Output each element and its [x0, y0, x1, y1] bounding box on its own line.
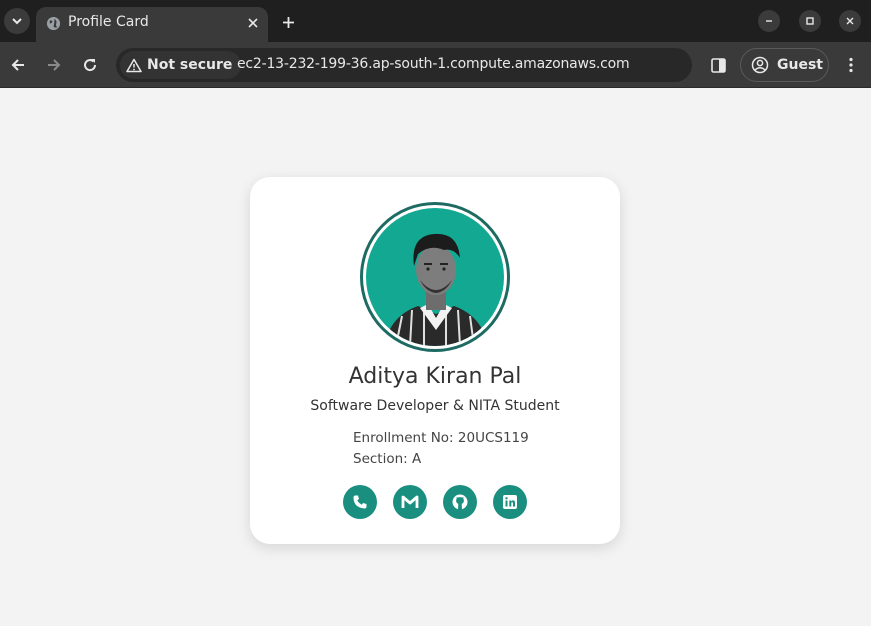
- tab-strip: Profile Card: [0, 0, 871, 42]
- security-indicator[interactable]: Not secure: [120, 51, 242, 79]
- minimize-button[interactable]: [758, 10, 780, 32]
- enrollment-number: Enrollment No: 20UCS119: [353, 430, 529, 446]
- profile-button[interactable]: Guest: [740, 48, 829, 82]
- close-icon: [846, 17, 854, 25]
- tab-profile-card[interactable]: Profile Card: [36, 7, 268, 42]
- side-panel-button[interactable]: [706, 53, 730, 77]
- user-circle-icon: [751, 56, 769, 74]
- more-vertical-icon: [849, 57, 853, 73]
- close-window-button[interactable]: [839, 10, 861, 32]
- side-panel-icon: [710, 57, 726, 73]
- browser-menu-button[interactable]: [840, 53, 862, 77]
- avatar-photo: [366, 208, 504, 346]
- chevron-down-icon: [12, 18, 22, 25]
- phone-link-button[interactable]: [343, 485, 377, 519]
- reload-icon: [84, 59, 97, 72]
- security-label: Not secure: [147, 57, 233, 73]
- address-bar[interactable]: Not secure ec2-13-232-199-36.ap-south-1.…: [116, 48, 692, 82]
- back-button[interactable]: [6, 53, 30, 77]
- arrow-left-icon: [11, 59, 24, 71]
- github-link-button[interactable]: [443, 485, 477, 519]
- linkedin-icon: [503, 495, 517, 509]
- globe-icon: [46, 16, 61, 31]
- tab-close-button[interactable]: [244, 14, 262, 32]
- reload-button[interactable]: [78, 53, 102, 77]
- phone-icon: [353, 495, 367, 509]
- new-tab-button[interactable]: [277, 11, 299, 33]
- gmail-icon: [401, 495, 419, 508]
- linkedin-link-button[interactable]: [493, 485, 527, 519]
- profile-card: Aditya Kiran Pal Software Developer & NI…: [250, 177, 620, 544]
- person-portrait-icon: [384, 233, 488, 346]
- minimize-icon: [766, 20, 772, 22]
- avatar: [360, 202, 510, 352]
- arrow-right-icon: [48, 59, 61, 71]
- github-icon: [452, 494, 468, 510]
- browser-toolbar: Not secure ec2-13-232-199-36.ap-south-1.…: [0, 42, 871, 88]
- maximize-icon: [806, 17, 814, 25]
- url-text: ec2-13-232-199-36.ap-south-1.compute.ama…: [237, 56, 630, 72]
- plus-icon: [282, 16, 294, 28]
- profile-label: Guest: [777, 57, 823, 73]
- gmail-link-button[interactable]: [393, 485, 427, 519]
- close-icon: [248, 18, 258, 28]
- forward-button[interactable]: [42, 53, 66, 77]
- warning-icon: [126, 58, 142, 72]
- section-info: Section: A: [353, 451, 422, 467]
- profile-name: Aditya Kiran Pal: [348, 364, 522, 389]
- profile-role: Software Developer & NITA Student: [310, 398, 560, 414]
- maximize-button[interactable]: [799, 10, 821, 32]
- tab-search-button[interactable]: [4, 8, 30, 34]
- page-viewport: Aditya Kiran Pal Software Developer & NI…: [0, 89, 871, 626]
- tab-title: Profile Card: [68, 14, 149, 30]
